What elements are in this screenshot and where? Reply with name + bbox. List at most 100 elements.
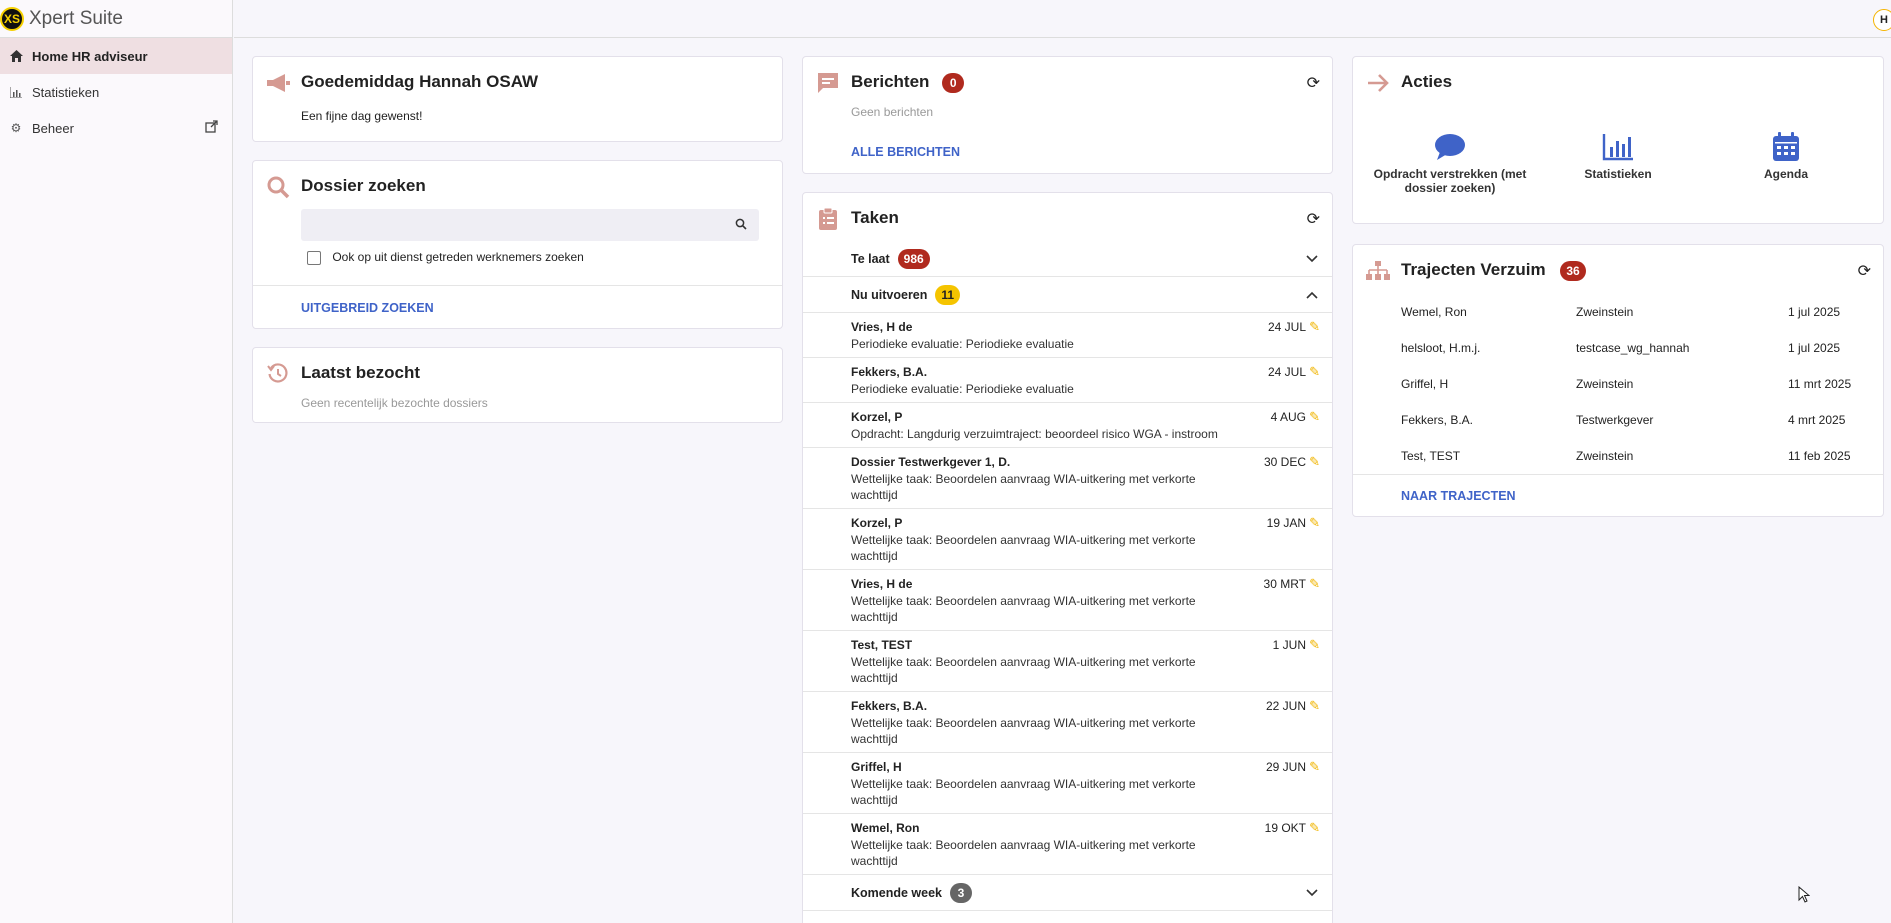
refresh-icon[interactable]: ⟳ [1858, 261, 1871, 281]
traject-row[interactable]: Wemel, Ron Zweinstein 1 jul 2025 [1353, 293, 1883, 329]
recent-card: Laatst bezocht Geen recentelijk bezochte… [252, 347, 783, 423]
trajecten-link[interactable]: NAAR TRAJECTEN [1401, 489, 1516, 503]
app-title: Xpert Suite [29, 7, 123, 29]
task-name: Fekkers, B.A. [851, 365, 928, 379]
pencil-icon[interactable]: ✎ [1309, 319, 1320, 335]
task-item[interactable]: Vries, H de Wettelijke taak: Beoordelen … [803, 570, 1332, 631]
traject-row[interactable]: Test, TEST Zweinstein 11 feb 2025 [1353, 437, 1883, 473]
external-link-icon[interactable] [205, 120, 218, 136]
megaphone-icon [265, 71, 291, 95]
berichten-count-badge: 0 [942, 73, 965, 93]
traject-row[interactable]: helsloot, H.m.j. testcase_wg_hannah 1 ju… [1353, 329, 1883, 365]
task-date: 19 JAN [1266, 516, 1306, 530]
task-group-count: 3 [950, 882, 973, 903]
dossier-card: Dossier zoeken Ook op uit dienst getrede… [252, 160, 783, 329]
task-item[interactable]: Wemel, Ron Wettelijke taak: Beoordelen a… [803, 814, 1332, 875]
pencil-icon[interactable]: ✎ [1309, 364, 1320, 380]
trajecten-count-badge: 36 [1560, 261, 1586, 281]
chevron-down-icon[interactable] [1306, 252, 1318, 266]
traject-employer: Zweinstein [1576, 305, 1634, 319]
task-date: 30 MRT [1263, 577, 1306, 591]
traject-date: 1 jul 2025 [1788, 305, 1841, 319]
search-icon[interactable] [735, 217, 747, 235]
dossier-search-input[interactable] [301, 209, 759, 241]
checkbox-label: Ook op uit dienst getreden werknemers zo… [332, 250, 584, 264]
task-group-label: Te laat [851, 251, 890, 266]
brand[interactable]: XS Xpert Suite [0, 0, 232, 38]
app-logo: XS [0, 6, 24, 31]
greeting-message: Een fijne dag gewenst! [301, 109, 423, 123]
task-item[interactable]: Fekkers, B.A. Periodieke evaluatie: Peri… [803, 358, 1332, 403]
traject-employer: Testwerkgever [1576, 413, 1654, 427]
chart-icon [8, 86, 24, 98]
mouse-cursor-icon [1798, 885, 1811, 908]
action-opdracht[interactable]: Opdracht verstrekken (met dossier zoeken… [1365, 127, 1535, 195]
sidebar-item-beheer[interactable]: ⚙ Beheer [0, 110, 232, 146]
traject-row[interactable]: Fekkers, B.A. Testwerkgever 4 mrt 2025 [1353, 401, 1883, 437]
refresh-icon[interactable]: ⟳ [1307, 73, 1320, 93]
task-item[interactable]: Test, TEST Wettelijke taak: Beoordelen a… [803, 631, 1332, 692]
pencil-icon[interactable]: ✎ [1309, 820, 1320, 836]
pencil-icon[interactable]: ✎ [1309, 409, 1320, 425]
avatar[interactable]: H [1873, 9, 1891, 31]
sidebar-item-statistieken[interactable]: Statistieken [0, 74, 232, 110]
traject-date: 4 mrt 2025 [1788, 413, 1846, 427]
inactive-employees-option[interactable]: Ook op uit dienst getreden werknemers zo… [307, 250, 584, 265]
task-item[interactable]: Griffel, H Wettelijke taak: Beoordelen a… [803, 753, 1332, 814]
task-item[interactable]: Fekkers, B.A. Wettelijke taak: Beoordele… [803, 692, 1332, 753]
task-group-label: Nu uitvoeren [851, 287, 928, 302]
pencil-icon[interactable]: ✎ [1309, 637, 1320, 653]
message-icon [815, 71, 841, 95]
task-date: 24 JUL [1267, 320, 1306, 334]
traject-name: Fekkers, B.A. [1401, 413, 1474, 427]
task-desc: Wettelijke taak: Beoordelen aanvraag WIA… [851, 777, 1196, 807]
traject-name: Wemel, Ron [1401, 305, 1467, 319]
task-name: Fekkers, B.A. [851, 699, 928, 713]
pencil-icon[interactable]: ✎ [1309, 698, 1320, 714]
task-desc: Wettelijke taak: Beoordelen aanvraag WIA… [851, 594, 1196, 624]
task-name: Vries, H de [851, 577, 913, 591]
inactive-employees-checkbox[interactable] [307, 250, 321, 265]
task-date: 22 JUN [1265, 699, 1306, 713]
task-group-te-laat[interactable]: Te laat 986 [803, 241, 1332, 277]
task-item[interactable]: Vries, H de Periodieke evaluatie: Period… [803, 313, 1332, 358]
advanced-search-link[interactable]: UITGEBREID ZOEKEN [301, 301, 434, 315]
acties-card: Acties Opdracht verstrekken (met dossier… [1352, 56, 1884, 224]
task-name: Dossier Testwerkgever 1, D. [851, 455, 1011, 469]
sidebar-item-home[interactable]: Home HR adviseur [0, 38, 232, 74]
taken-title: Taken [851, 208, 899, 227]
action-agenda[interactable]: Agenda [1701, 127, 1871, 181]
task-item[interactable]: Korzel, P Wettelijke taak: Beoordelen aa… [803, 509, 1332, 570]
task-name: Griffel, H [851, 760, 902, 774]
task-desc: Wettelijke taak: Beoordelen aanvraag WIA… [851, 838, 1196, 868]
pencil-icon[interactable]: ✎ [1309, 759, 1320, 775]
pencil-icon[interactable]: ✎ [1309, 454, 1320, 470]
trajecten-title-text: Trajecten Verzuim [1401, 260, 1546, 279]
chevron-down-icon[interactable] [1306, 886, 1318, 900]
pencil-icon[interactable]: ✎ [1309, 515, 1320, 531]
task-desc: Periodieke evaluatie: Periodieke evaluat… [851, 337, 1074, 351]
traject-row[interactable]: Griffel, H Zweinstein 11 mrt 2025 [1353, 365, 1883, 401]
task-desc: Wettelijke taak: Beoordelen aanvraag WIA… [851, 533, 1196, 563]
berichten-card: Berichten 0 ⟳ Geen berichten ALLE BERICH… [802, 56, 1333, 174]
divider [253, 285, 782, 286]
task-group-komende-week[interactable]: Komende week 3 [803, 875, 1332, 911]
task-desc: Wettelijke taak: Beoordelen aanvraag WIA… [851, 472, 1196, 502]
task-group-nu-uitvoeren[interactable]: Nu uitvoeren 11 [803, 277, 1332, 313]
pencil-icon[interactable]: ✎ [1309, 576, 1320, 592]
home-icon [8, 50, 24, 62]
action-label: Agenda [1763, 167, 1808, 181]
greeting-title: Goedemiddag Hannah OSAW [301, 72, 539, 91]
chevron-up-icon[interactable] [1306, 288, 1318, 302]
all-messages-link[interactable]: ALLE BERICHTEN [851, 145, 960, 159]
action-label: Opdracht verstrekken (met dossier zoeken… [1373, 167, 1527, 195]
task-group-count: 11 [935, 284, 961, 305]
refresh-icon[interactable]: ⟳ [1307, 209, 1320, 229]
arrow-right-icon [1365, 71, 1391, 95]
task-name: Korzel, P [851, 410, 903, 424]
task-item[interactable]: Dossier Testwerkgever 1, D. Wettelijke t… [803, 448, 1332, 509]
traject-employer: Zweinstein [1576, 377, 1634, 391]
greeting-card: Goedemiddag Hannah OSAW Een fijne dag ge… [252, 56, 783, 142]
task-item[interactable]: Korzel, P Opdracht: Langdurig verzuimtra… [803, 403, 1332, 448]
action-statistieken[interactable]: Statistieken [1533, 127, 1703, 181]
